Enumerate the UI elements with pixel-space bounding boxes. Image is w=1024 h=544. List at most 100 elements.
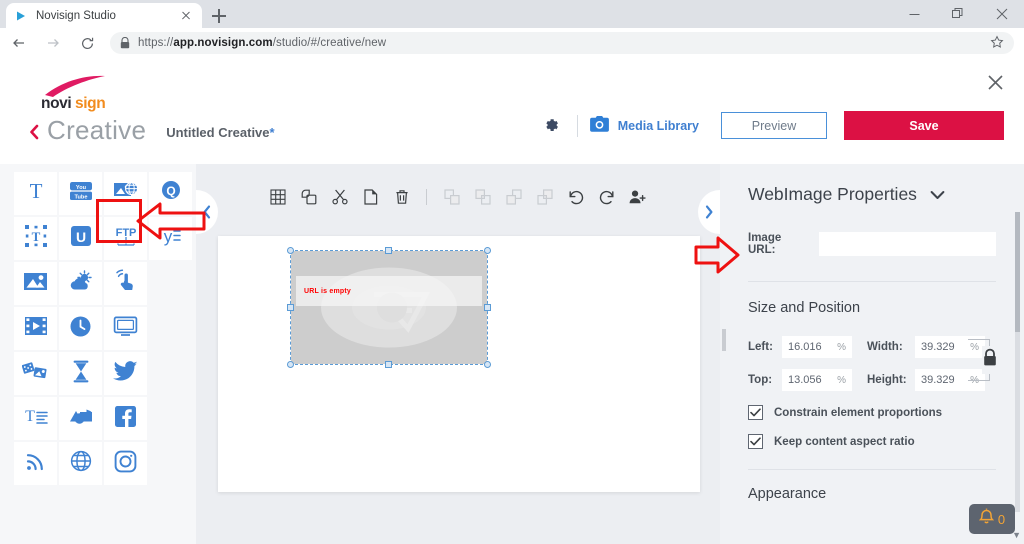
image-icon [23, 271, 48, 297]
left-unit: % [837, 341, 846, 353]
preview-button[interactable]: Preview [721, 112, 827, 139]
palette-item-facebook-widget[interactable] [104, 397, 147, 440]
add-user-icon[interactable] [629, 189, 646, 206]
touch-icon [114, 269, 138, 298]
toolbar-divider [426, 189, 427, 205]
hourglass-icon [72, 360, 90, 388]
width-label: Width: [867, 341, 903, 353]
breadcrumb: Creative Untitled Creative* [28, 117, 275, 144]
duplicate-icon[interactable] [300, 189, 317, 206]
resize-handle-e[interactable] [484, 304, 491, 311]
top-input[interactable]: 13.056 % [782, 369, 852, 391]
novisign-studio-app: novi sign Creative Untitled Creative* Me… [0, 59, 1024, 544]
bookmark-star-icon[interactable] [990, 35, 1006, 51]
forward-button[interactable] [38, 29, 68, 57]
palette-item-countdown-widget[interactable] [59, 352, 102, 395]
palette-item-weather-widget[interactable] [59, 262, 102, 305]
height-label: Height: [867, 374, 907, 386]
resize-handle-n[interactable] [385, 247, 392, 254]
palette-item-video-widget[interactable] [14, 307, 57, 350]
window-controls [892, 0, 1024, 28]
size-row-1: Left: 16.016 % Width: 39.329 % [748, 336, 996, 358]
weather-icon [68, 270, 94, 297]
browser-tab[interactable]: Novisign Studio [6, 3, 202, 28]
palette-item-text-list-widget[interactable]: T [14, 397, 57, 440]
window-close-button[interactable] [980, 0, 1024, 28]
notifications-badge[interactable]: 0 [969, 504, 1015, 534]
delete-icon[interactable] [393, 189, 410, 206]
media-library-button[interactable]: Media Library [589, 116, 699, 135]
breadcrumb-section[interactable]: Creative [47, 117, 146, 143]
palette-item-web-page-widget[interactable] [59, 442, 102, 485]
resize-handle-sw[interactable] [287, 361, 294, 368]
camera-icon [589, 116, 609, 135]
text-t-icon: T [25, 179, 47, 207]
clock-icon [69, 315, 92, 343]
bring-forward-icon[interactable] [474, 189, 491, 206]
close-icon[interactable] [178, 8, 194, 24]
palette-empty-slot [149, 262, 192, 305]
constrain-proportions-label: Constrain element proportions [774, 406, 943, 419]
constrain-proportions-row[interactable]: Constrain element proportions [748, 405, 996, 420]
size-and-position-title: Size and Position [748, 300, 861, 316]
image-url-input[interactable] [819, 232, 996, 256]
send-backward-icon[interactable] [505, 189, 522, 206]
back-chevron-icon[interactable] [28, 123, 41, 146]
youtube-icon: You Tube [68, 180, 94, 207]
new-tab-button[interactable] [208, 5, 230, 27]
creative-canvas[interactable]: URL is empty [218, 236, 700, 492]
palette-item-text-widget[interactable]: T [14, 172, 57, 215]
palette-item-instagram-widget[interactable] [104, 442, 147, 485]
grid-icon[interactable] [269, 189, 286, 206]
notifications-count: 0 [997, 511, 1006, 527]
resize-handle-ne[interactable] [484, 247, 491, 254]
close-editor-icon[interactable] [987, 74, 1009, 96]
svg-text:You: You [75, 185, 86, 191]
cut-icon[interactable] [331, 189, 348, 206]
resize-handle-nw[interactable] [287, 247, 294, 254]
reload-button[interactable] [72, 29, 102, 57]
width-value: 39.329 [921, 341, 955, 353]
gear-icon[interactable] [539, 113, 565, 139]
keep-aspect-ratio-row[interactable]: Keep content aspect ratio [748, 434, 996, 449]
palette-item-clock-widget[interactable] [59, 307, 102, 350]
resize-handle-se[interactable] [484, 361, 491, 368]
palette-item-twitter-widget[interactable] [104, 352, 147, 395]
panel-resize-grip[interactable] [722, 329, 726, 351]
save-button[interactable]: Save [844, 111, 1004, 140]
undo-icon[interactable] [567, 189, 584, 206]
appearance-divider [748, 469, 996, 470]
restore-button[interactable] [936, 0, 980, 28]
properties-scrollbar-thumb[interactable] [1015, 212, 1020, 332]
size-and-position-fields: Left: 16.016 % Width: 39.329 % Top: 13.0… [748, 336, 998, 391]
back-button[interactable] [4, 29, 34, 57]
paste-icon[interactable] [362, 189, 379, 206]
palette-item-image-widget[interactable] [14, 262, 57, 305]
palette-item-gallery-widget[interactable] [59, 397, 102, 440]
resize-handle-s[interactable] [385, 361, 392, 368]
facebook-icon [114, 405, 137, 433]
minimize-button[interactable] [892, 0, 936, 28]
novisign-logo[interactable]: novi sign [33, 75, 133, 112]
left-input[interactable]: 16.016 % [782, 336, 852, 358]
url-text: https://app.novisign.com/studio/#/creati… [138, 37, 387, 49]
palette-item-rich-text-widget[interactable]: T [14, 217, 57, 260]
palette-item-rss-widget[interactable] [14, 442, 57, 485]
redo-icon[interactable] [598, 189, 615, 206]
creative-document-name[interactable]: Untitled Creative* [166, 126, 274, 139]
lock-icon[interactable] [982, 346, 998, 374]
resize-handle-w[interactable] [287, 304, 294, 311]
twitter-icon [113, 360, 138, 387]
address-bar[interactable]: https://app.novisign.com/studio/#/creati… [110, 32, 1014, 54]
browser-tab-title: Novisign Studio [36, 9, 116, 22]
palette-item-touch-widget[interactable] [104, 262, 147, 305]
palette-empty-slot [149, 397, 192, 440]
send-to-back-icon[interactable] [536, 189, 553, 206]
palette-item-screen-widget[interactable] [104, 307, 147, 350]
constrain-proportions-checkbox[interactable] [748, 405, 763, 420]
chevron-down-icon[interactable] [930, 184, 945, 205]
palette-item-slideshow-widget[interactable] [14, 352, 57, 395]
selected-web-image-element[interactable]: URL is empty [287, 247, 491, 368]
keep-aspect-ratio-checkbox[interactable] [748, 434, 763, 449]
bring-to-front-icon[interactable] [443, 189, 460, 206]
